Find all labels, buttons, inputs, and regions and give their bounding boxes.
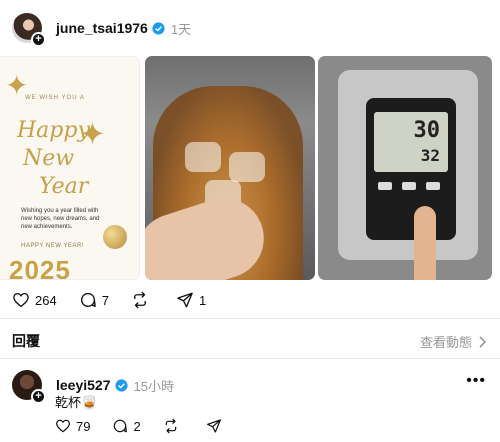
ornament-icon [103, 225, 127, 249]
scale-button [402, 182, 416, 190]
card-script-line1: Happy [17, 118, 90, 143]
post-actions: 264 7 1 [12, 290, 228, 310]
card-small-heading: WE WISH YOU A [25, 95, 85, 101]
comment-icon [114, 419, 128, 433]
card-happy-text: HAPPY NEW YEAR! [21, 243, 84, 249]
more-options-icon[interactable]: ••• [466, 372, 486, 390]
divider [0, 358, 500, 359]
follow-plus-icon[interactable]: + [31, 32, 46, 47]
reply-actions: 79 2 [55, 418, 249, 434]
comment-count: 7 [101, 292, 109, 308]
repost-icon [134, 291, 146, 309]
reply-share-button[interactable] [206, 418, 227, 434]
verified-icon [152, 21, 165, 35]
reply-time: 15小時 [133, 378, 174, 394]
reply-comment-button[interactable]: 2 [112, 418, 141, 434]
scale-button [378, 182, 392, 190]
media-carousel[interactable]: ✦ ✦ WE WISH YOU A Happy New Year Wishing… [0, 56, 500, 280]
card-script-line2: New [23, 146, 75, 171]
scale-reading-2: 32 [420, 146, 440, 165]
replies-title: 回覆 [12, 333, 40, 349]
view-activity-label: 查看動態 [419, 335, 472, 350]
heart-icon [56, 419, 70, 433]
scale-photo[interactable]: 30 32 [318, 56, 492, 280]
scale-display: 30 32 [374, 112, 448, 172]
reply-like-button[interactable]: 79 [55, 418, 90, 434]
scale-button [426, 182, 440, 190]
chevron-right-icon [479, 335, 486, 348]
like-count: 264 [35, 292, 57, 308]
card-body-text: Wishing you a year filled with new hopes… [21, 208, 100, 230]
reply-like-count: 79 [76, 418, 91, 434]
repost-button[interactable] [131, 291, 154, 309]
finger-shape [414, 206, 436, 280]
card-script: Happy New Year [17, 117, 90, 201]
heart-icon [13, 292, 29, 308]
avatar[interactable]: + [12, 13, 46, 47]
comment-icon [80, 292, 96, 308]
ice-shape [185, 142, 221, 172]
like-button[interactable]: 264 [12, 291, 57, 309]
drink-photo[interactable] [145, 56, 315, 280]
card-year: 2025 [9, 255, 71, 280]
verified-icon [114, 378, 128, 392]
send-icon [206, 419, 221, 433]
reply-text: 乾杯🥃 [55, 395, 98, 410]
send-icon [177, 292, 193, 308]
reply-avatar[interactable]: + [12, 370, 46, 404]
reply-comment-count: 2 [133, 418, 141, 434]
reply-repost-button[interactable] [163, 418, 184, 434]
repost-icon [165, 418, 176, 434]
post-header: + june_tsai1976 1天 [12, 12, 192, 47]
share-button[interactable]: 1 [176, 291, 206, 309]
scale-reading-1: 30 [413, 118, 441, 143]
follow-plus-icon[interactable]: + [31, 389, 46, 404]
share-count: 1 [198, 292, 207, 308]
ice-shape [229, 152, 265, 182]
card-script-line3: Year [39, 174, 89, 199]
reply-username[interactable]: leeyi527 [56, 377, 111, 393]
divider [0, 318, 500, 319]
comment-button[interactable]: 7 [79, 291, 109, 309]
view-activity-link[interactable]: 查看動態 [420, 332, 486, 351]
new-year-card-image[interactable]: ✦ ✦ WE WISH YOU A Happy New Year Wishing… [0, 56, 140, 280]
post-username[interactable]: june_tsai1976 [56, 20, 148, 36]
post-time: 1天 [170, 21, 192, 37]
